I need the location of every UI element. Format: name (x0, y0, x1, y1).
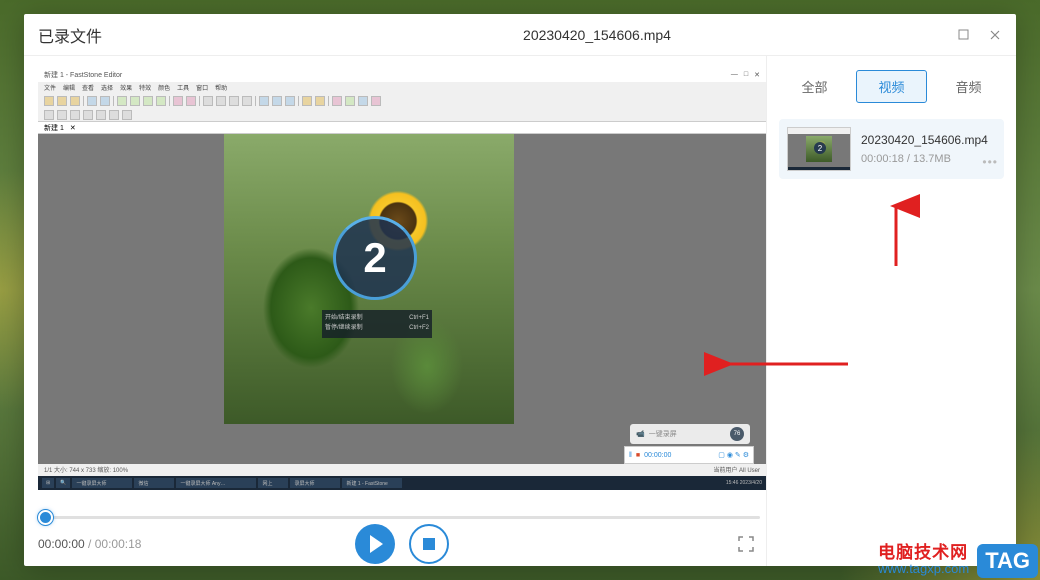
playback-time: 00:00:00 / 00:00:18 (38, 537, 141, 551)
maximize-icon[interactable] (956, 28, 970, 42)
watermark-url: www.tagxp.com (878, 561, 969, 577)
inner-toolbar-1 (38, 94, 766, 108)
page-watermark: 电脑技术网 www.tagxp.com TAG (878, 544, 1038, 578)
play-icon (370, 535, 383, 553)
recorder-watermark: 📹一键录屏 76 (630, 424, 750, 444)
file-type-tabs: 全部 视频 音频 (779, 70, 1004, 103)
progress-thumb[interactable] (38, 510, 53, 525)
inner-statusbar: 1/1 大小: 744 x 733 缩放: 100% 当前用户 All User (38, 464, 766, 476)
inner-menu-bar: 文件编辑查看选择效果特效颜色工具窗口帮助 (38, 82, 766, 94)
titlebar: 已录文件 20230420_154606.mp4 (24, 14, 1016, 56)
inner-taskbar: ⊞ 🔍 一键录屏大师 微信 一键录屏大师 Any… 网上 录屏大师 新建 1 -… (38, 476, 766, 490)
tab-all[interactable]: 全部 (779, 70, 850, 103)
file-item-more-button[interactable]: ••• (982, 155, 998, 169)
file-list-item[interactable]: 2 20230420_154606.mp4 00:00:18 / 13.7MB … (779, 119, 1004, 179)
inner-window-controls: —□✕ (731, 71, 760, 79)
countdown-overlay: 2 (333, 216, 417, 300)
close-icon[interactable] (988, 28, 1002, 42)
play-button[interactable] (355, 524, 395, 564)
shortcut-hint-box: 开始/结束录制Ctrl+F1 暂停/继续录制Ctrl+F2 (322, 310, 432, 338)
fullscreen-icon (738, 536, 754, 552)
tab-video[interactable]: 视频 (856, 70, 927, 103)
file-item-name: 20230420_154606.mp4 (861, 133, 996, 147)
stop-button[interactable] (409, 524, 449, 564)
watermark-tag-badge: TAG (977, 544, 1038, 578)
current-file-name: 20230420_154606.mp4 (238, 27, 956, 43)
file-list-pane: 全部 视频 音频 2 20230420_154606.mp4 00:00:18 … (766, 56, 1016, 566)
video-preview[interactable]: 新建 1 - FastStone Editor —□✕ 文件编辑查看选择效果特效… (38, 68, 766, 490)
inner-tabs: 新建 1✕ (38, 122, 766, 134)
inner-toolbar-2 (38, 108, 766, 122)
countdown-number: 2 (363, 234, 386, 282)
progress-bar[interactable] (38, 510, 766, 524)
stop-icon (423, 538, 435, 550)
file-thumbnail: 2 (787, 127, 851, 171)
file-item-meta: 00:00:18 / 13.7MB (861, 153, 996, 165)
inner-app-title: 新建 1 - FastStone Editor (44, 70, 122, 80)
preview-pane: 新建 1 - FastStone Editor —□✕ 文件编辑查看选择效果特效… (24, 56, 766, 566)
recorder-control-bar: ‖■ 00:00:00 ▢ ◉ ✎ ⚙ (624, 446, 754, 464)
watermark-site-name: 电脑技术网 (878, 545, 969, 561)
recorded-files-window: 已录文件 20230420_154606.mp4 新建 1 - FastSton… (24, 14, 1016, 566)
window-title: 已录文件 (38, 23, 238, 47)
tab-audio[interactable]: 音频 (933, 70, 1004, 103)
fullscreen-button[interactable] (738, 536, 754, 552)
